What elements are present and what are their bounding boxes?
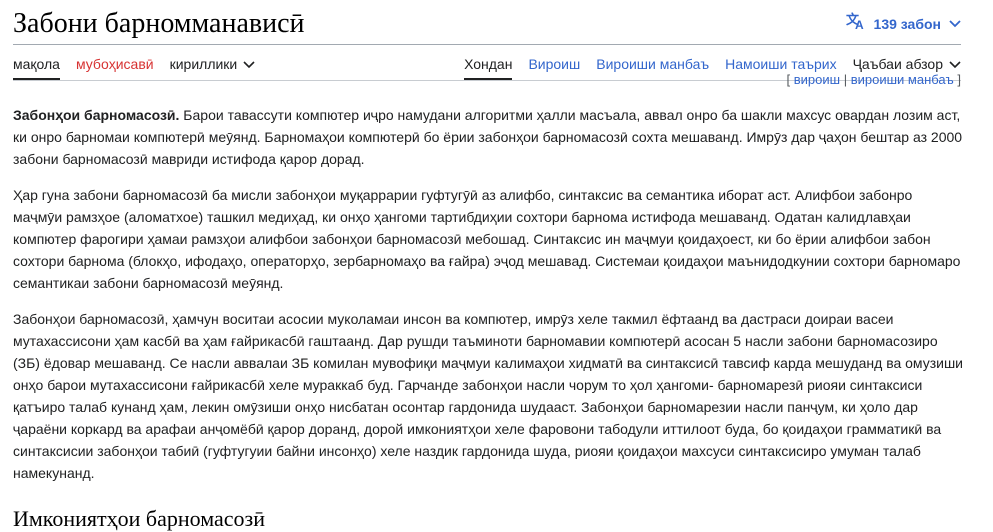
tab-article-label: мақола <box>13 56 60 72</box>
tab-talk-label: мубоҳисавӣ <box>75 56 154 72</box>
variant-label: кириллики <box>169 56 238 72</box>
translate-icon: 文 A <box>846 12 866 35</box>
separator: | <box>843 72 848 87</box>
language-button[interactable]: 文 A 139 забон <box>846 12 961 35</box>
paragraph-2: Ҳар гуна забони барномасозӣ ба мисли заб… <box>13 187 961 291</box>
section-edit-link[interactable]: вироиш <box>794 72 840 87</box>
chevron-down-icon <box>243 54 255 74</box>
tools-label: Ҷаъбаи абзор <box>852 56 943 72</box>
variant-dropdown[interactable]: кириллики <box>170 54 256 80</box>
chevron-down-icon <box>949 54 961 74</box>
tab-history-label: Намоиши таърих <box>725 56 837 72</box>
tab-edit-source[interactable]: Вироиши манбаъ <box>596 54 709 80</box>
tab-edit-source-label: Вироиши манбаъ <box>596 56 710 72</box>
tab-talk[interactable]: мубоҳисавӣ <box>76 54 154 80</box>
paragraph-1: Забонҳои барномасозӣ. Барои тавассути ко… <box>13 104 963 170</box>
language-count-label: 139 забон <box>873 15 941 32</box>
tab-article[interactable]: мақола <box>13 54 60 80</box>
namespace-tabs: мақола мубоҳисавӣ кириллики <box>13 54 255 80</box>
article-content: Забонҳои барномасозӣ. Барои тавассути ко… <box>13 104 963 498</box>
tab-edit-label: Вироиш <box>528 56 581 72</box>
section-edit-source-link[interactable]: вироиши манбаъ <box>851 72 954 87</box>
page-header: Забони барномманависӣ 文 A 139 забон <box>13 4 961 45</box>
article-page: Забони барномманависӣ 文 A 139 забон мақо… <box>0 0 993 531</box>
chevron-down-icon <box>949 15 961 33</box>
lead-term: Забонҳои барномасозӣ. <box>13 107 180 123</box>
section-edit-links: [ вироиш | вироиши манбаъ ] <box>786 72 961 87</box>
page-title: Забони барномманависӣ <box>13 8 305 39</box>
paragraph-3: Забонҳои барномасозӣ, ҳамчун воситаи асо… <box>13 311 964 481</box>
section-heading: Имкониятҳои барномасозӣ <box>13 506 266 531</box>
tab-read[interactable]: Хондан <box>464 54 513 80</box>
tab-edit[interactable]: Вироиш <box>528 54 580 80</box>
tab-read-label: Хондан <box>464 56 513 72</box>
bracket-open: [ <box>786 72 791 87</box>
svg-text:A: A <box>855 18 864 30</box>
bracket-close: ] <box>957 72 961 87</box>
